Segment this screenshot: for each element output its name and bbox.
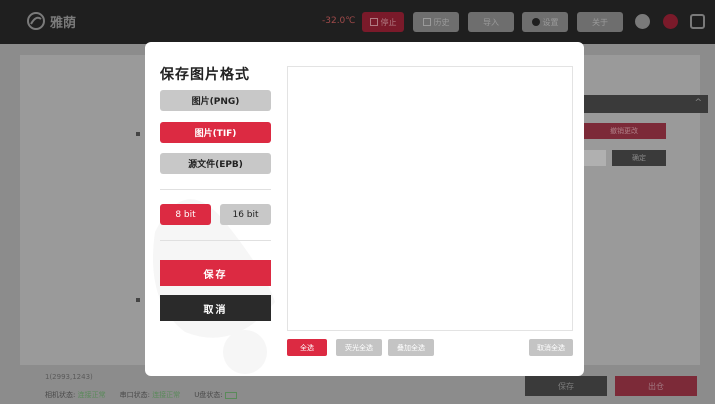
stop-label: 停止 (380, 17, 397, 27)
logo-icon (27, 12, 45, 30)
marker-dot (136, 132, 140, 136)
select-all-button[interactable]: 全选 (287, 339, 327, 356)
app-name: 雅荫 (50, 15, 77, 31)
gear-icon (531, 18, 540, 26)
bit-8-label: 8 bit (175, 209, 196, 220)
settings-button[interactable]: 设置 (522, 12, 568, 32)
exit-label: 出仓 (648, 381, 664, 391)
stop-button[interactable]: 停止 (362, 12, 404, 32)
cancel-button[interactable]: 取消 (160, 295, 271, 321)
coordinate-readout: 1(2993,1243) (45, 373, 93, 381)
import-button[interactable]: 导入 (468, 12, 514, 32)
main-save-button[interactable]: 保存 (525, 376, 607, 396)
usb-status: U盘状态: (194, 390, 237, 400)
temperature-readout: -32.0℃ (322, 16, 356, 26)
top-bar: 雅荫 -32.0℃ 停止 历史 导入 设置 关于 (0, 0, 715, 44)
fluorescence-select-all-label: 荧光全选 (345, 343, 373, 352)
save-button[interactable]: 保存 (160, 260, 271, 286)
minimize-icon[interactable] (635, 14, 650, 29)
close-icon[interactable] (663, 14, 678, 29)
app-logo: 雅荫 (26, 11, 76, 31)
image-selection-area[interactable] (287, 66, 573, 331)
confirm-label: 确定 (632, 154, 646, 162)
about-button[interactable]: 关于 (577, 12, 623, 32)
bit-8-button[interactable]: 8 bit (160, 204, 211, 225)
restore-label: 撤销更改 (610, 127, 638, 135)
divider (160, 189, 271, 190)
save-format-dialog: 保存图片格式 图片(PNG) 图片(TIF) 源文件(EPB) 8 bit 16… (145, 42, 584, 376)
format-png-button[interactable]: 图片(PNG) (160, 90, 271, 111)
exit-button[interactable]: 出仓 (615, 376, 697, 396)
restore-button[interactable]: 撤销更改 (582, 123, 666, 139)
main-save-label: 保存 (558, 381, 574, 391)
bit-16-label: 16 bit (232, 209, 259, 220)
deselect-all-label: 取消全选 (537, 343, 565, 352)
marker-dot (136, 298, 140, 302)
bit-16-button[interactable]: 16 bit (220, 204, 271, 225)
dialog-title: 保存图片格式 (160, 67, 250, 83)
format-epb-label: 源文件(EPB) (188, 160, 243, 170)
select-all-label: 全选 (300, 343, 314, 352)
deselect-all-button[interactable]: 取消全选 (529, 339, 573, 356)
logout-icon[interactable] (690, 14, 705, 29)
format-tif-button[interactable]: 图片(TIF) (160, 122, 271, 143)
save-label: 保存 (203, 269, 228, 281)
cancel-label: 取消 (203, 304, 228, 316)
format-png-label: 图片(PNG) (191, 97, 240, 107)
overlay-select-all-label: 叠加全选 (397, 343, 425, 352)
history-button[interactable]: 历史 (413, 12, 459, 32)
status-bar: 相机状态: 连接正常 串口状态: 连接正常 U盘状态: (45, 390, 237, 400)
serial-status: 串口状态: 连接正常 (119, 391, 181, 399)
divider (160, 240, 271, 241)
confirm-button[interactable]: 确定 (612, 150, 666, 166)
import-label: 导入 (483, 17, 499, 27)
overlay-select-all-button[interactable]: 叠加全选 (388, 339, 434, 356)
chevron-up-icon: ^ (694, 98, 702, 108)
format-epb-button[interactable]: 源文件(EPB) (160, 153, 271, 174)
fluorescence-select-all-button[interactable]: 荧光全选 (336, 339, 382, 356)
history-label: 历史 (433, 17, 450, 27)
about-label: 关于 (592, 17, 608, 27)
panel-header[interactable]: ^ (580, 95, 708, 113)
usb-icon (224, 391, 237, 399)
camera-status: 相机状态: 连接正常 (45, 391, 106, 399)
value-input[interactable] (582, 150, 606, 166)
history-icon (422, 18, 431, 26)
settings-label: 设置 (542, 17, 559, 27)
format-tif-label: 图片(TIF) (194, 129, 237, 139)
camera-icon (369, 18, 378, 26)
